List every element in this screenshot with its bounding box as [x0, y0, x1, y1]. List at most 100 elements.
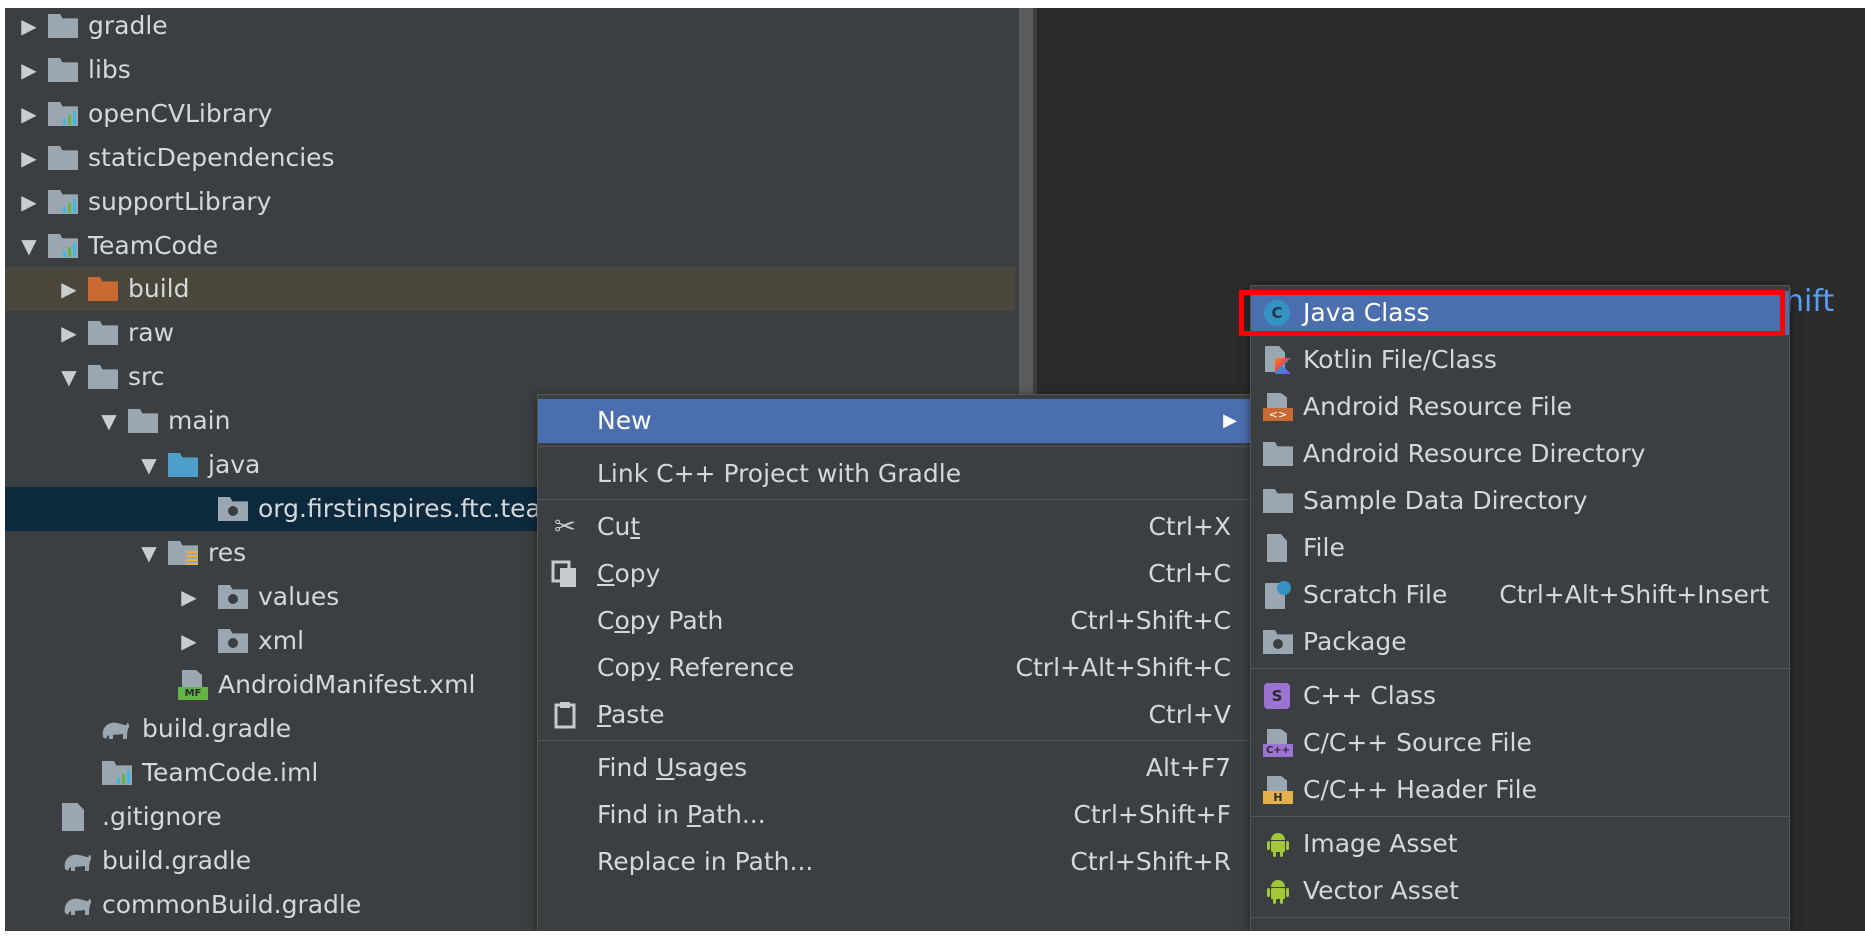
- tree-item-raw[interactable]: ▶ raw: [5, 311, 1015, 355]
- package-icon: [218, 497, 248, 521]
- submenu-item-label: Image Asset: [1303, 829, 1458, 858]
- tree-item-label: java: [208, 450, 261, 479]
- menu-item-label: Copy: [597, 559, 661, 588]
- tree-item-label: TeamCode: [88, 231, 219, 260]
- module-icon: [48, 190, 78, 214]
- folder-icon: [48, 146, 78, 170]
- expand-arrow-icon[interactable]: ▶: [177, 619, 201, 663]
- submenu-item-file[interactable]: File: [1251, 526, 1789, 570]
- gradle-icon: [64, 854, 92, 871]
- menu-item-replace-in-path[interactable]: Replace in Path... Ctrl+Shift+R: [538, 840, 1251, 884]
- source-folder-icon: [168, 453, 198, 477]
- menu-item-new[interactable]: New ▶: [538, 399, 1251, 443]
- tree-item-teamcode[interactable]: ▼ TeamCode: [5, 224, 1015, 268]
- tree-item-label: gradle: [88, 11, 168, 40]
- expand-arrow-icon[interactable]: ▶: [57, 267, 81, 311]
- submenu-item-label: Vector Asset: [1303, 876, 1459, 905]
- menu-item-copy-path[interactable]: Copy Path Ctrl+Shift+C: [538, 599, 1251, 643]
- tree-item-opencvlibrary[interactable]: ▶ openCVLibrary: [5, 92, 1015, 136]
- kotlin-file-icon: [1263, 346, 1293, 374]
- submenu-item-java-class[interactable]: C Java Class: [1251, 291, 1789, 335]
- file-icon: [1263, 534, 1293, 562]
- submenu-item-image-asset[interactable]: Image Asset: [1251, 822, 1789, 866]
- excluded-folder-icon: [88, 277, 118, 301]
- clipboard-icon: [550, 701, 580, 729]
- module-icon: [48, 102, 78, 126]
- submenu-item-label: Java Class: [1303, 298, 1430, 327]
- submenu-item-cpp-class[interactable]: S C++ Class: [1251, 674, 1789, 718]
- expand-arrow-icon[interactable]: ▶: [17, 8, 41, 48]
- collapse-arrow-icon[interactable]: ▼: [137, 531, 161, 575]
- collapse-arrow-icon[interactable]: ▼: [137, 443, 161, 487]
- submenu-item-cpp-source[interactable]: C++ C/C++ Source File: [1251, 721, 1789, 765]
- folder-icon: [48, 14, 78, 38]
- context-menu: New ▶ Link C++ Project with Gradle ✂ Cut…: [537, 394, 1252, 931]
- new-submenu: C Java Class Kotlin File/Class <> Androi…: [1250, 285, 1790, 931]
- folder-icon: [1263, 489, 1293, 513]
- menu-item-label: Cut: [597, 512, 641, 541]
- menu-item-label: New: [597, 406, 652, 435]
- expand-arrow-icon[interactable]: ▶: [17, 92, 41, 136]
- submenu-item-label: C++ Class: [1303, 681, 1437, 710]
- tree-item-label: raw: [128, 318, 175, 347]
- expand-arrow-icon[interactable]: ▶: [17, 136, 41, 180]
- expand-arrow-icon[interactable]: ▶: [57, 311, 81, 355]
- menu-item-shortcut: Ctrl+X: [1148, 512, 1231, 541]
- menu-item-shortcut: Ctrl+V: [1148, 700, 1231, 729]
- submenu-item-cpp-header[interactable]: H C/C++ Header File: [1251, 768, 1789, 812]
- menu-item-find-in-path[interactable]: Find in Path... Ctrl+Shift+F: [538, 793, 1251, 837]
- submenu-item-label: Package: [1303, 627, 1407, 656]
- submenu-item-label: File: [1303, 533, 1345, 562]
- tree-item-label: build.gradle: [142, 714, 292, 743]
- tree-item-label: staticDependencies: [88, 143, 335, 172]
- java-class-icon: C: [1263, 299, 1293, 327]
- tree-item-label: TeamCode.iml: [142, 758, 319, 787]
- menu-item-copy[interactable]: Copy Ctrl+C: [538, 552, 1251, 596]
- submenu-item-scratch-file[interactable]: Scratch File Ctrl+Alt+Shift+Insert: [1251, 573, 1789, 617]
- tree-item-label: main: [168, 406, 231, 435]
- copy-icon: [550, 560, 580, 588]
- editor-hint-text: hift: [1785, 284, 1835, 319]
- menu-separator: [538, 446, 1251, 447]
- tree-item-libs[interactable]: ▶ libs: [5, 48, 1015, 92]
- expand-arrow-icon[interactable]: ▶: [177, 575, 201, 619]
- menu-item-link-cpp[interactable]: Link C++ Project with Gradle: [538, 452, 1251, 496]
- submenu-item-android-resource-file[interactable]: <> Android Resource File: [1251, 385, 1789, 429]
- menu-item-find-usages[interactable]: Find Usages Alt+F7: [538, 746, 1251, 790]
- menu-item-cut[interactable]: ✂ Cut Ctrl+X: [538, 505, 1251, 549]
- tree-item-label: libs: [88, 55, 131, 84]
- menu-item-label: Find Usages: [597, 753, 748, 782]
- tree-item-label: openCVLibrary: [88, 99, 273, 128]
- menu-item-copy-reference[interactable]: Copy Reference Ctrl+Alt+Shift+C: [538, 646, 1251, 690]
- tree-item-label: commonBuild.gradle: [102, 890, 362, 919]
- manifest-icon: MF: [178, 670, 208, 700]
- submenu-item-label: Android Resource Directory: [1303, 439, 1646, 468]
- tree-item-label: src: [128, 362, 165, 391]
- expand-arrow-icon[interactable]: ▶: [17, 180, 41, 224]
- submenu-item-vector-asset[interactable]: Vector Asset: [1251, 869, 1789, 913]
- resource-folder-icon: [168, 541, 198, 565]
- submenu-item-label: C/C++ Source File: [1303, 728, 1532, 757]
- tree-item-gradle[interactable]: ▶ gradle: [5, 8, 1015, 48]
- submenu-item-label: Scratch File: [1303, 580, 1448, 609]
- menu-separator: [538, 499, 1251, 500]
- submenu-item-package[interactable]: Package: [1251, 620, 1789, 664]
- package-icon: [1263, 630, 1293, 654]
- cpp-header-icon: H: [1263, 776, 1293, 804]
- collapse-arrow-icon[interactable]: ▼: [17, 224, 41, 268]
- menu-item-paste[interactable]: Paste Ctrl+V: [538, 693, 1251, 737]
- package-icon: [218, 585, 248, 609]
- tree-item-label: AndroidManifest.xml: [218, 670, 476, 699]
- menu-item-label: Link C++ Project with Gradle: [597, 459, 962, 488]
- tree-item-build[interactable]: ▶ build: [5, 267, 1015, 311]
- collapse-arrow-icon[interactable]: ▼: [57, 355, 81, 399]
- tree-item-supportlibrary[interactable]: ▶ supportLibrary: [5, 180, 1015, 224]
- cpp-source-icon: C++: [1263, 729, 1293, 757]
- collapse-arrow-icon[interactable]: ▼: [97, 399, 121, 443]
- expand-arrow-icon[interactable]: ▶: [17, 48, 41, 92]
- tree-item-src[interactable]: ▼ src: [5, 355, 1015, 399]
- submenu-item-android-resource-directory[interactable]: Android Resource Directory: [1251, 432, 1789, 476]
- submenu-item-sample-data-directory[interactable]: Sample Data Directory: [1251, 479, 1789, 523]
- submenu-item-kotlin[interactable]: Kotlin File/Class: [1251, 338, 1789, 382]
- tree-item-staticdependencies[interactable]: ▶ staticDependencies: [5, 136, 1015, 180]
